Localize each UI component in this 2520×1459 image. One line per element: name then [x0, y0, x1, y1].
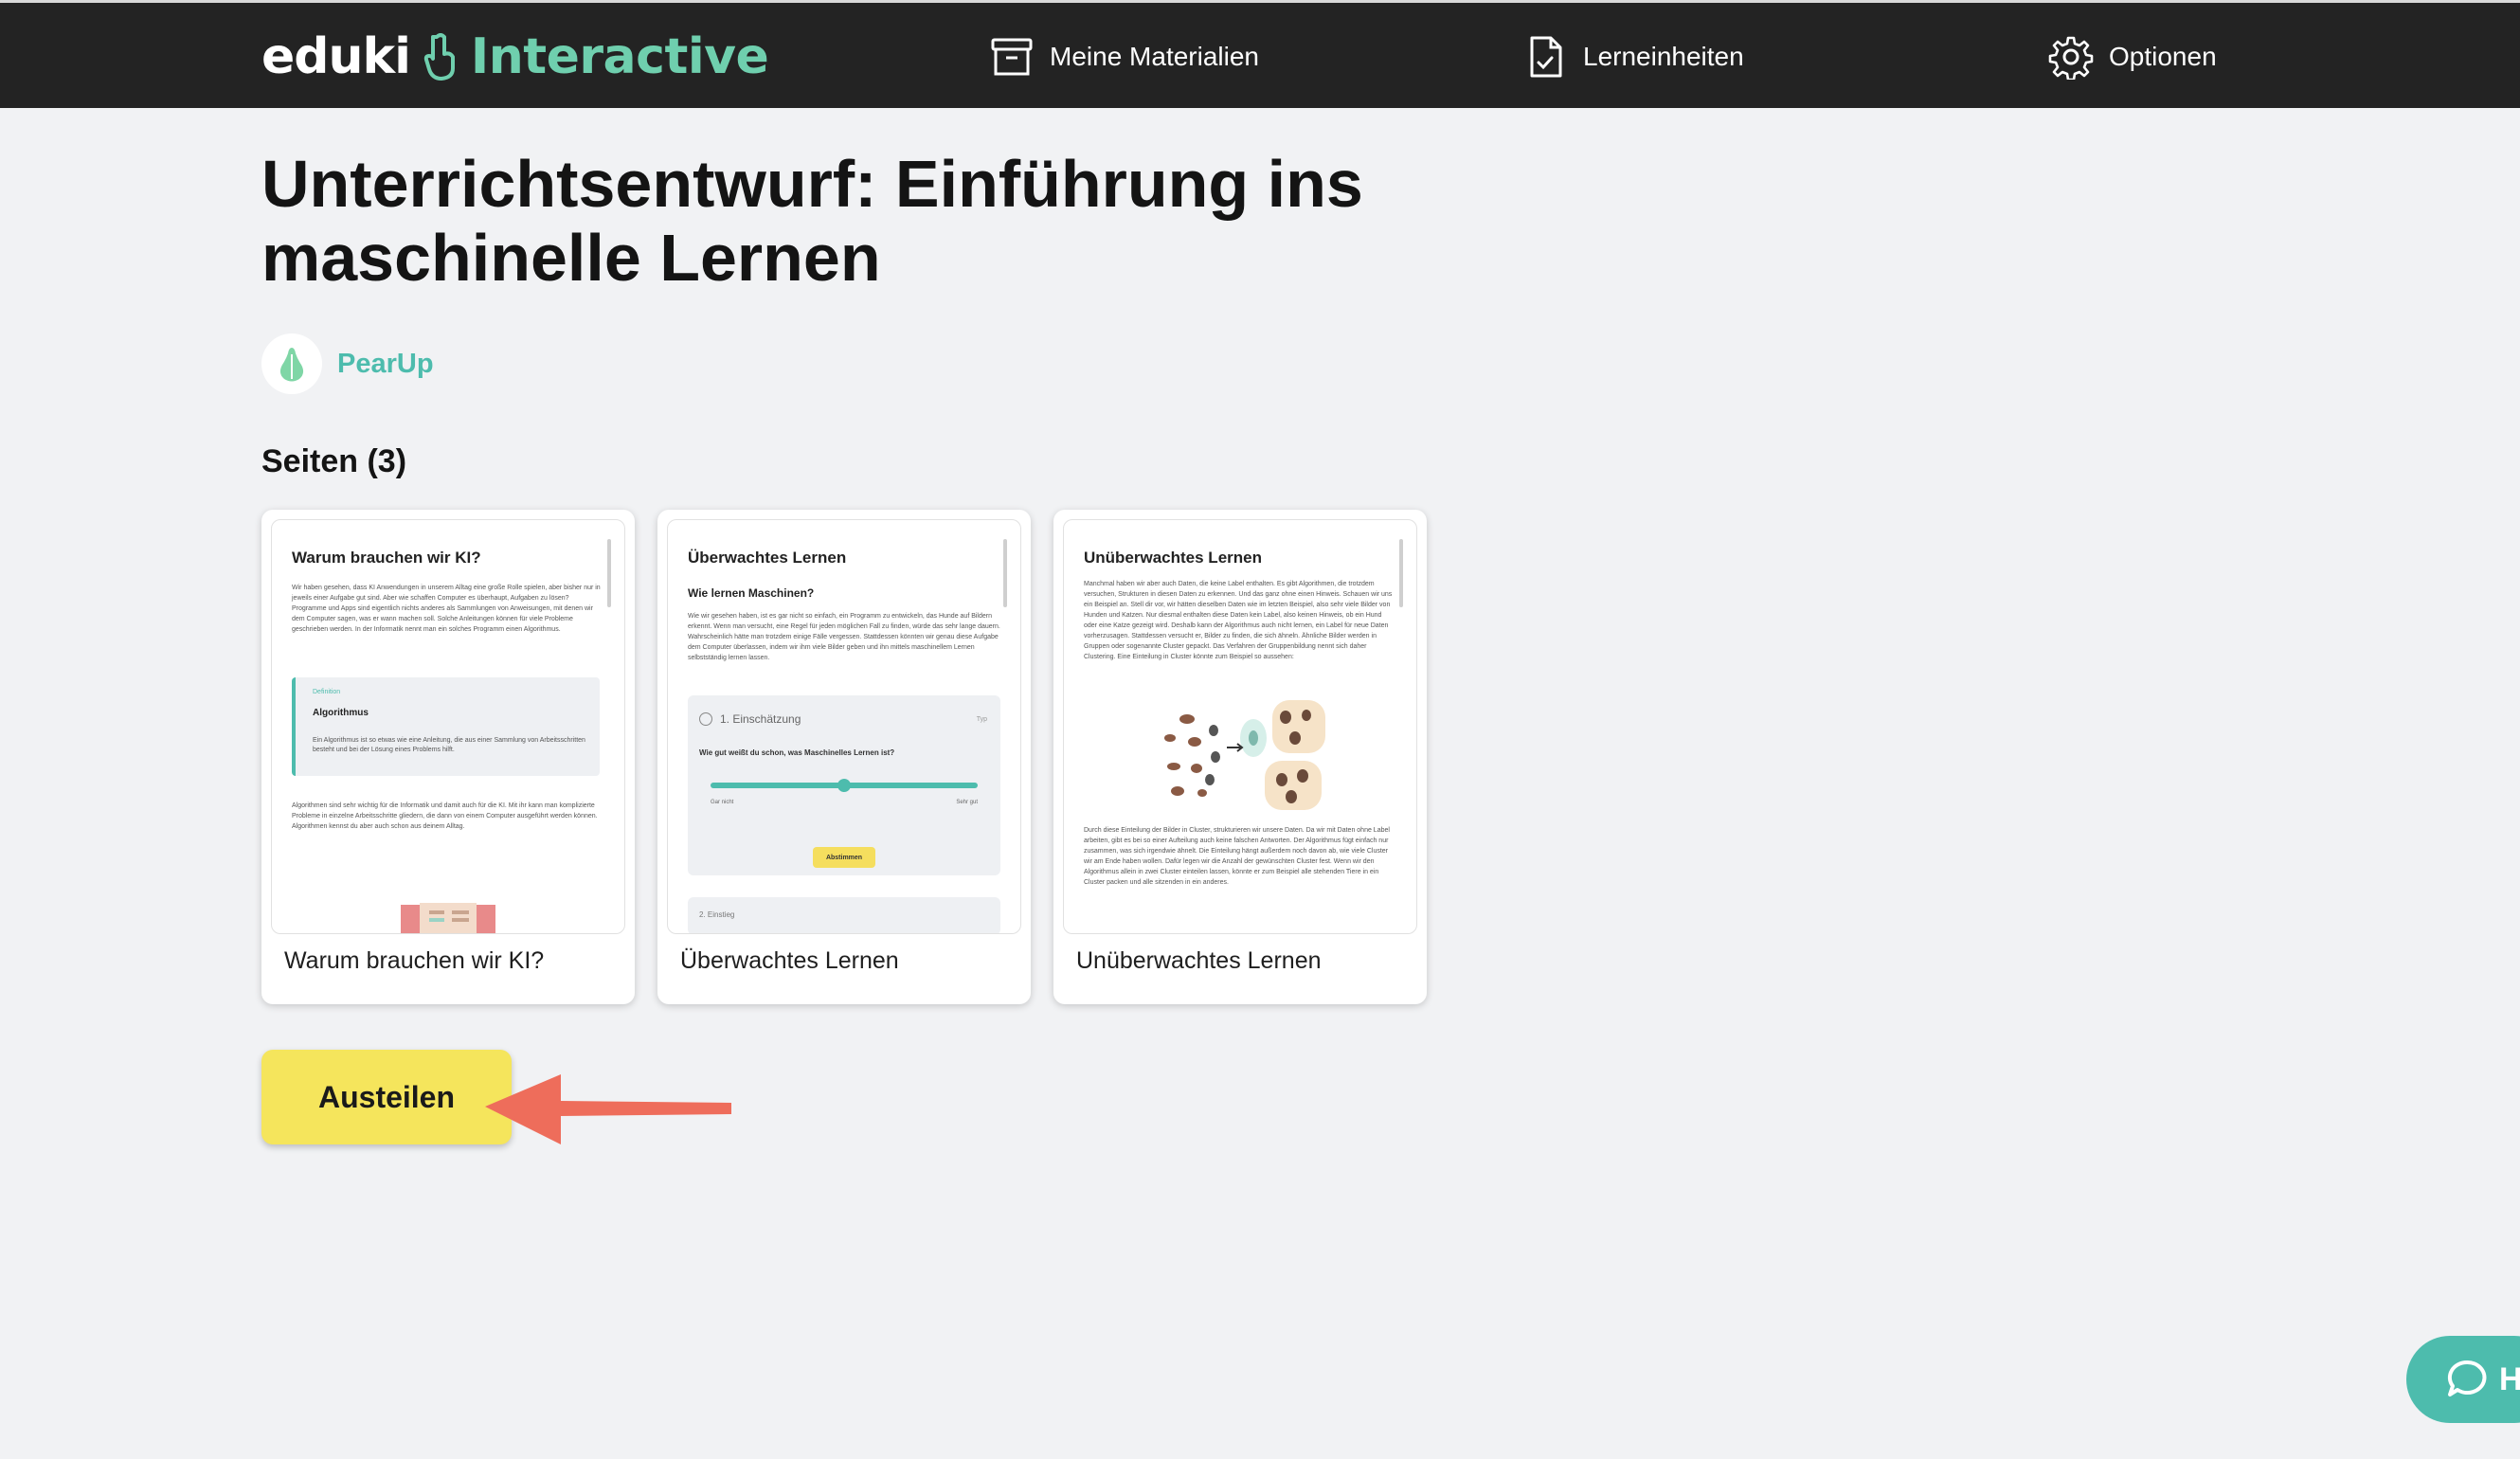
- assessment-type: Typ: [976, 716, 987, 723]
- preview-outro-text: Durch diese Einteilung der Bilder in Clu…: [1084, 827, 1390, 886]
- author-avatar: [261, 333, 322, 394]
- nav-my-materials[interactable]: Meine Materialien: [989, 31, 1259, 82]
- preview-scrollbar: [1399, 539, 1403, 607]
- author-name: PearUp: [337, 348, 434, 379]
- definition-label: Definition: [313, 689, 341, 695]
- self-assessment-box: 1. Einschätzung Typ Wie gut weißt du sch…: [688, 695, 1000, 875]
- logo-eduki-text: eduki: [261, 28, 411, 85]
- scale-high-label: Sehr gut: [956, 800, 978, 805]
- assessment-header: 1. Einschätzung: [699, 712, 801, 726]
- pages-heading: Seiten (3): [261, 443, 407, 479]
- page-card-unsupervised-learning[interactable]: Unüberwachtes Lernen Manchmal haben wir …: [1053, 510, 1427, 1004]
- share-button[interactable]: Austeilen: [261, 1050, 512, 1144]
- preview-subtitle: Wie lernen Maschinen?: [688, 586, 815, 600]
- preview-intro-text: Wie wir gesehen haben, ist es gar nicht …: [688, 613, 1000, 661]
- page-title: Unterrichtsentwurf: Einführung ins masch…: [261, 147, 1363, 295]
- archive-box-icon: [991, 38, 1033, 76]
- assessment-question: Wie gut weißt du schon, was Maschinelles…: [699, 748, 895, 757]
- page-card-supervised-learning[interactable]: Überwachtes Lernen Wie lernen Maschinen?…: [657, 510, 1031, 1004]
- nav-options-label: Optionen: [2109, 42, 2217, 71]
- definition-word: Algorithmus: [313, 708, 369, 718]
- preview-scrollbar: [607, 539, 611, 607]
- clustering-illustration: [1164, 700, 1325, 810]
- preview-outro-text: Algorithmen sind sehr wichtig für die In…: [292, 802, 598, 830]
- page-preview: Unüberwachtes Lernen Manchmal haben wir …: [1063, 519, 1417, 934]
- author-link[interactable]: PearUp: [261, 333, 434, 394]
- assessment-slider: [711, 779, 978, 792]
- app-logo[interactable]: eduki Interactive: [261, 27, 769, 86]
- preview-scrollbar: [1003, 539, 1007, 607]
- preview-title: Warum brauchen wir KI?: [292, 549, 481, 567]
- preview-title: Überwachtes Lernen: [688, 549, 847, 567]
- circle-check-icon: [699, 712, 712, 726]
- definition-box: Definition Algorithmus Ein Algorithmus i…: [292, 677, 600, 776]
- page-preview: Überwachtes Lernen Wie lernen Maschinen?…: [667, 519, 1021, 934]
- help-chat-button[interactable]: H: [2406, 1336, 2520, 1423]
- page-card-why-ai[interactable]: Warum brauchen wir KI? Wir haben gesehen…: [261, 510, 635, 1004]
- red-arrow-icon: [485, 1074, 731, 1144]
- page-card-label: Warum brauchen wir KI?: [284, 947, 545, 974]
- preview-intro-text: Manchmal haben wir aber auch Daten, die …: [1084, 581, 1393, 660]
- top-navigation-bar: eduki Interactive Meine Materialien Lern…: [0, 0, 2520, 108]
- hand-pointer-icon: [423, 33, 455, 81]
- slider-handle: [837, 779, 851, 792]
- help-label: H: [2499, 1360, 2520, 1397]
- preview-intro-text: Wir haben gesehen, dass KI Anwendungen i…: [292, 585, 601, 633]
- page-card-label: Unüberwachtes Lernen: [1076, 947, 1322, 974]
- scale-low-label: Gar nicht: [711, 800, 734, 805]
- gear-icon: [2048, 36, 2094, 80]
- nav-learning-units-label: Lerneinheiten: [1583, 42, 1744, 71]
- next-section-label: 2. Einstieg: [699, 910, 735, 919]
- logo-interactive-text: Interactive: [470, 28, 769, 85]
- nav-my-materials-label: Meine Materialien: [1050, 42, 1259, 71]
- nav-options[interactable]: Optionen: [2048, 31, 2217, 82]
- vote-button: Abstimmen: [813, 847, 875, 868]
- book-illustration: [401, 903, 495, 933]
- nav-learning-units[interactable]: Lerneinheiten: [1522, 31, 1744, 82]
- next-section-box: 2. Einstieg: [688, 897, 1000, 933]
- definition-text: Ein Algorithmus ist so etwas wie eine An…: [313, 737, 585, 753]
- assessment-title: 1. Einschätzung: [720, 712, 801, 726]
- page-card-label: Überwachtes Lernen: [680, 947, 899, 974]
- preview-title: Unüberwachtes Lernen: [1084, 549, 1262, 567]
- document-check-icon: [1530, 36, 1562, 78]
- page-preview: Warum brauchen wir KI? Wir haben gesehen…: [271, 519, 625, 934]
- pear-icon: [279, 348, 304, 382]
- chat-bubble-icon: [2447, 1360, 2487, 1396]
